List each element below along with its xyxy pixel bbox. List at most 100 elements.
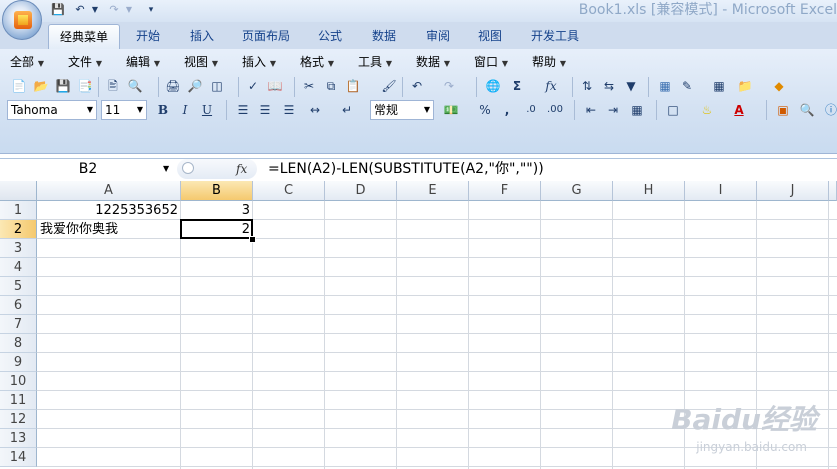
save-icon[interactable]: 💾 [50,2,66,18]
currency-format-icon[interactable]: 💵 [442,101,460,119]
column-header-j[interactable]: J [757,181,829,201]
row-header-5[interactable]: 5 [0,277,37,296]
tab-page-layout[interactable]: 页面布局 [234,24,298,48]
row-header-6[interactable]: 6 [0,296,37,315]
tab-formulas[interactable]: 公式 [308,24,352,48]
tab-review[interactable]: 审阅 [416,24,460,48]
customize-qat-icon[interactable]: ▾ [146,2,156,18]
merge-center-icon[interactable]: ↔ [306,101,324,119]
align-center-icon[interactable]: ☰ [256,101,274,119]
borders-icon[interactable]: □ [664,101,682,119]
tab-developer[interactable]: 开发工具 [524,24,586,48]
menu-view[interactable]: 视图 ▼ [184,54,218,70]
tab-classic-menu[interactable]: 经典菜单 [48,24,120,49]
column-header-e[interactable]: E [397,181,469,201]
cell-a2[interactable]: 我爱你你奥我 [40,220,178,239]
format-painter-icon[interactable]: 🖌 [380,77,398,95]
menu-format[interactable]: 格式 ▼ [300,54,334,70]
filter-icon[interactable]: ▼ [622,77,640,95]
menu-data[interactable]: 数据 ▼ [416,54,450,70]
name-box[interactable]: B2 [0,158,176,180]
tab-data[interactable]: 数据 [362,24,406,48]
table-grid-icon[interactable]: ▦ [710,77,728,95]
increase-decimal-icon[interactable]: .0 [522,101,540,119]
row-header-13[interactable]: 13 [0,429,37,448]
find-icon[interactable]: 🔍 [798,101,816,119]
column-header-k[interactable] [829,181,837,201]
autosum-icon[interactable]: Σ [508,77,526,95]
insert-function-button[interactable]: fx [236,158,247,180]
column-header-c[interactable]: C [253,181,325,201]
resize-handle-icon[interactable] [182,162,194,174]
styles-icon[interactable]: ▣ [774,101,792,119]
help-icon[interactable]: ⓘ [822,101,837,119]
comma-style-button[interactable]: , [498,101,516,119]
row-header-1[interactable]: 1 [0,201,37,220]
row-header-7[interactable]: 7 [0,315,37,334]
folder-icon[interactable]: 📁 [736,77,754,95]
print-icon[interactable]: 🖨 [164,77,182,95]
copy-icon[interactable]: ⧉ [322,77,340,95]
align-left-icon[interactable]: ☰ [234,101,252,119]
column-header-d[interactable]: D [325,181,397,201]
decrease-decimal-icon[interactable]: .00 [546,101,564,119]
align-right-icon[interactable]: ☰ [280,101,298,119]
fill-color-icon[interactable]: ♨ [698,101,716,119]
tab-view[interactable]: 视图 [468,24,512,48]
drawing-icon[interactable]: ✎ [678,77,696,95]
column-header-i[interactable]: I [685,181,757,201]
chevron-down-icon[interactable]: ▼ [163,158,169,180]
save-icon[interactable]: 💾 [54,77,72,95]
cell-a1[interactable]: 1225353652 [38,201,178,220]
macro-icon[interactable]: ◆ [770,77,788,95]
row-header-9[interactable]: 9 [0,353,37,372]
row-header-3[interactable]: 3 [0,239,37,258]
menu-insert[interactable]: 插入 ▼ [242,54,276,70]
menu-window[interactable]: 窗口 ▼ [474,54,508,70]
menu-help[interactable]: 帮助 ▼ [532,54,566,70]
spelling-icon[interactable]: ✓ [244,77,262,95]
open-folder-icon[interactable]: 📂 [32,77,50,95]
paste-icon[interactable]: 📋 [344,77,362,95]
menu-edit[interactable]: 编辑 ▼ [126,54,160,70]
insert-function-icon[interactable]: fx [542,77,560,95]
font-name-select[interactable]: Tahoma ▼ [7,100,97,120]
italic-button[interactable]: I [176,101,194,119]
menu-tools[interactable]: 工具 ▼ [358,54,392,70]
sort-descending-icon[interactable]: ⇆ [600,77,618,95]
row-header-14[interactable]: 14 [0,448,37,467]
column-header-g[interactable]: G [541,181,613,201]
font-color-icon[interactable]: A [730,101,748,119]
cell-styles-icon[interactable]: ▦ [628,101,646,119]
undo-icon[interactable]: ↶ [72,2,88,18]
bold-button[interactable]: B [154,101,172,119]
chart-icon[interactable]: ▦ [656,77,674,95]
number-format-select[interactable]: 常规 ▼ [370,100,434,120]
cut-icon[interactable]: ✂ [300,77,318,95]
hyperlink-globe-icon[interactable]: 🌐 [484,77,502,95]
row-header-8[interactable]: 8 [0,334,37,353]
percent-button[interactable]: % [476,101,494,119]
copy-format-icon[interactable]: ◫ [208,77,226,95]
select-all-corner[interactable] [0,181,37,201]
menu-file[interactable]: 文件 ▼ [68,54,102,70]
preview-icon[interactable]: 🔎 [186,77,204,95]
row-header-10[interactable]: 10 [0,372,37,391]
row-header-11[interactable]: 11 [0,391,37,410]
wrap-text-icon[interactable]: ↵ [338,101,356,119]
undo-icon[interactable]: ↶ [408,77,426,95]
tab-home[interactable]: 开始 [126,24,170,48]
sort-ascending-icon[interactable]: ⇅ [578,77,596,95]
column-header-f[interactable]: F [469,181,541,201]
permission-icon[interactable]: 📑 [76,77,94,95]
cell-b1[interactable]: 3 [181,201,250,220]
redo-dropdown-icon[interactable]: ▼ [124,2,134,18]
column-header-a[interactable]: A [37,181,181,201]
column-header-b[interactable]: B [181,181,253,201]
fill-handle[interactable] [249,236,256,243]
research-icon[interactable]: 🔍 [126,77,144,95]
decrease-indent-icon[interactable]: ⇤ [582,101,600,119]
column-header-h[interactable]: H [613,181,685,201]
row-header-12[interactable]: 12 [0,410,37,429]
undo-dropdown-icon[interactable]: ▼ [90,2,100,18]
